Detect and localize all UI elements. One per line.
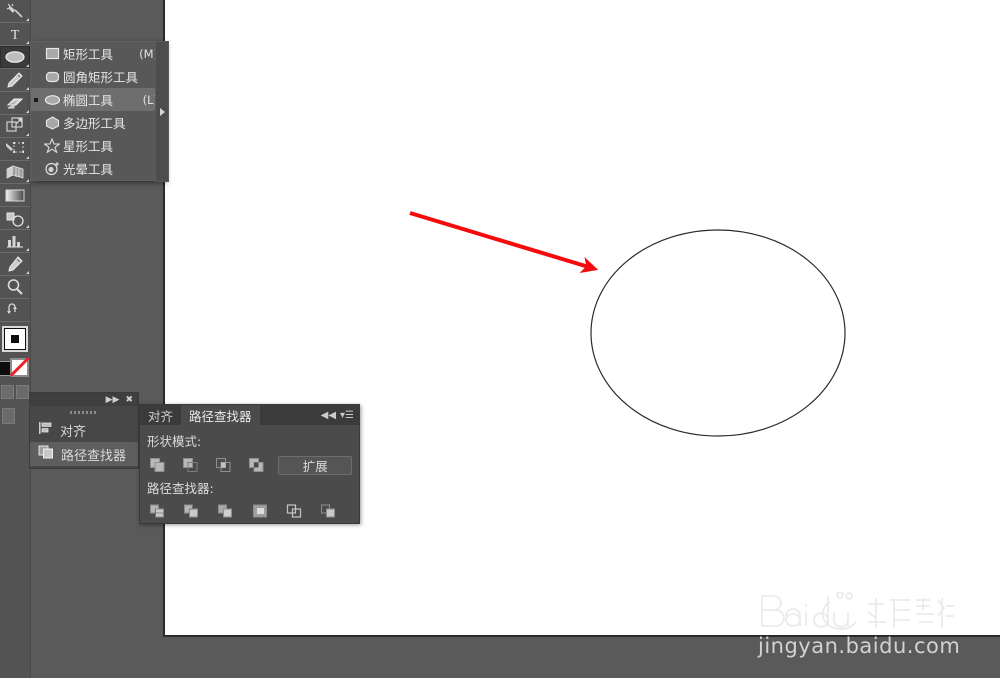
- flare-icon: [41, 160, 63, 178]
- fill-swatch[interactable]: [2, 326, 28, 352]
- flyout-label-rounded-rectangle: 圆角矩形工具: [63, 70, 139, 85]
- type-tool-icon[interactable]: T: [0, 23, 30, 46]
- crop-icon[interactable]: [250, 502, 271, 522]
- star-icon: [41, 137, 63, 155]
- minus-back-icon[interactable]: [318, 502, 339, 522]
- close-icon[interactable]: ✖: [125, 395, 133, 404]
- flyout-label-ellipse: 椭圆工具: [63, 93, 114, 108]
- rectangle-icon: [41, 45, 63, 63]
- free-transform-tool-icon[interactable]: [0, 115, 30, 138]
- ellipse-tool-icon[interactable]: [0, 46, 30, 69]
- flyout-item-polygon[interactable]: 多边形工具: [31, 111, 164, 134]
- column-graph-tool-icon[interactable]: [0, 230, 30, 253]
- blend-tool-icon[interactable]: [0, 207, 30, 230]
- shape-builder-tool-icon[interactable]: [0, 138, 30, 161]
- pathfinder-tabstrip[interactable]: 对齐 路径查找器 ◀◀ ▾☰: [140, 405, 359, 425]
- panel-menu-icon[interactable]: ▾☰: [340, 410, 354, 421]
- color-button[interactable]: [1, 385, 14, 399]
- color-mode-buttons[interactable]: [1, 385, 29, 403]
- pathfinder-panel[interactable]: 对齐 路径查找器 ◀◀ ▾☰ 形状模式: 扩展 路径查找器:: [139, 404, 360, 524]
- flyout-label-star: 星形工具: [63, 139, 114, 154]
- dock-titlebar: ▶▶ ✖: [30, 393, 138, 406]
- flyout-label-flare: 光晕工具: [63, 162, 114, 177]
- grip-dots-icon[interactable]: [30, 406, 138, 418]
- eraser-tool-icon[interactable]: [0, 92, 30, 115]
- panel-controls: ◀◀ ▾☰: [321, 405, 359, 425]
- dock-item-align-label: 对齐: [60, 424, 87, 440]
- flyout-item-star[interactable]: 星形工具: [31, 134, 164, 157]
- flyout-tearoff-strip[interactable]: [155, 41, 169, 182]
- pathfinders-row[interactable]: [147, 500, 352, 524]
- flyout-item-rounded-rectangle[interactable]: 圆角矩形工具: [31, 65, 164, 88]
- exclude-icon[interactable]: [246, 455, 268, 475]
- intersect-icon[interactable]: [213, 455, 235, 475]
- none-button[interactable]: [2, 408, 15, 424]
- gradient-tool-icon[interactable]: [0, 184, 30, 207]
- pencil-tool-icon[interactable]: [0, 69, 30, 92]
- double-chevron-right-icon[interactable]: ▶▶: [106, 395, 120, 404]
- pathfinder-body: 形状模式: 扩展 路径查找器:: [140, 425, 359, 524]
- unite-icon[interactable]: [147, 455, 169, 475]
- polygon-icon: [41, 114, 63, 132]
- stroke-swatch-row[interactable]: [0, 358, 30, 382]
- fill-color-box[interactable]: [2, 326, 28, 352]
- dock-item-align[interactable]: 对齐: [30, 418, 138, 442]
- rounded-rectangle-icon: [41, 68, 63, 86]
- right-triangle-icon: [159, 107, 165, 116]
- none-swatch-icon[interactable]: [10, 358, 29, 377]
- flyout-item-flare[interactable]: 光晕工具: [31, 157, 164, 180]
- flyout-label-rectangle: 矩形工具: [63, 47, 114, 62]
- dock-item-pathfinder[interactable]: 路径查找器: [30, 442, 138, 466]
- swap-arrow-icon[interactable]: [0, 299, 30, 322]
- ellipse-shape[interactable]: [590, 229, 846, 437]
- gradient-button[interactable]: [16, 385, 29, 399]
- flyout-label-polygon: 多边形工具: [63, 116, 126, 131]
- outline-icon[interactable]: [284, 502, 305, 522]
- shape-modes-heading: 形状模式:: [147, 434, 202, 449]
- watermark-url: jingyan.baidu.com: [758, 634, 961, 658]
- tab-pathfinder[interactable]: 路径查找器: [181, 405, 260, 425]
- trim-icon[interactable]: [181, 502, 202, 522]
- magic-wand-tool-icon[interactable]: [0, 0, 30, 23]
- flyout-item-ellipse[interactable]: 椭圆工具 (L): [31, 88, 164, 111]
- annotation-arrow: [409, 211, 599, 274]
- minus-front-icon[interactable]: [180, 455, 202, 475]
- svg-text:T: T: [11, 28, 20, 42]
- selected-marker-icon: [34, 98, 38, 102]
- illustrator-window: jingyan.baidu.com T 矩形工具 (M) 圆角矩形工具 椭圆工具…: [0, 0, 1000, 678]
- align-panel-icon: [38, 421, 53, 439]
- tab-align[interactable]: 对齐: [140, 405, 181, 425]
- merge-icon[interactable]: [215, 502, 236, 522]
- dock-item-pathfinder-label: 路径查找器: [61, 448, 127, 464]
- tools-panel[interactable]: T: [0, 0, 31, 678]
- artboard[interactable]: [163, 0, 1000, 637]
- flyout-item-rectangle[interactable]: 矩形工具 (M): [31, 42, 164, 65]
- perspective-grid-tool-icon[interactable]: [0, 161, 30, 184]
- eyedropper-tool-icon[interactable]: [0, 253, 30, 276]
- divide-icon[interactable]: [147, 502, 168, 522]
- collapsed-panel-dock[interactable]: ▶▶ ✖ 对齐 路径查找器: [29, 392, 139, 469]
- shape-tool-flyout[interactable]: 矩形工具 (M) 圆角矩形工具 椭圆工具 (L) 多边形工具 星形工具 光晕工具: [30, 41, 165, 181]
- ellipse-icon: [41, 91, 63, 109]
- pathfinder-panel-icon: [38, 445, 54, 463]
- shape-modes-row[interactable]: 扩展: [147, 453, 352, 477]
- pathfinders-heading: 路径查找器:: [147, 481, 214, 496]
- double-chevron-left-icon[interactable]: ◀◀: [321, 410, 336, 421]
- artboard-artwork: [409, 211, 846, 437]
- expand-button[interactable]: 扩展: [278, 455, 352, 475]
- zoom-tool-icon[interactable]: [0, 276, 30, 299]
